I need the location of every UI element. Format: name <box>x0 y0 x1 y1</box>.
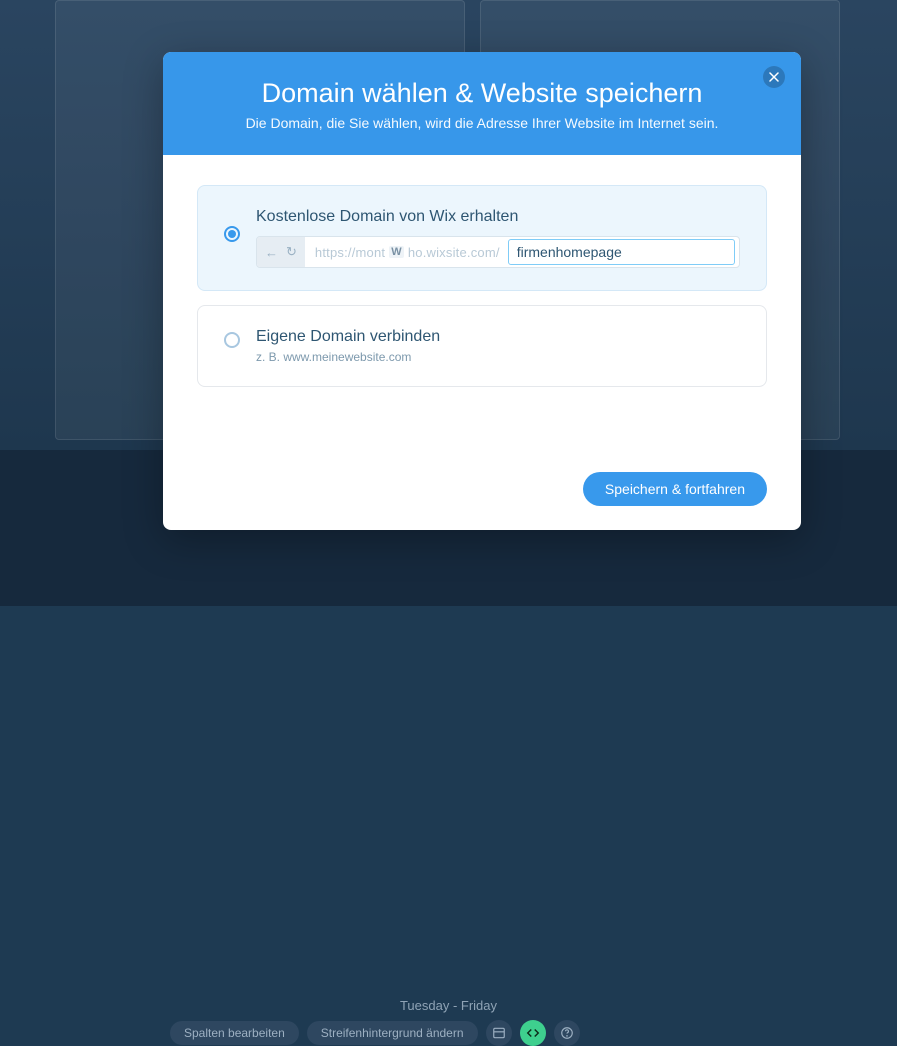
modal-body: Kostenlose Domain von Wix erhalten ← ↻ h… <box>163 155 801 454</box>
save-continue-button[interactable]: Speichern & fortfahren <box>583 472 767 506</box>
bg-strip-toolbar: Spalten bearbeiten Streifenhintergrund ä… <box>170 1020 580 1046</box>
modal-title: Domain wählen & Website speichern <box>193 78 771 109</box>
back-arrow-icon: ← <box>265 245 278 260</box>
radio-free-domain[interactable] <box>224 226 240 242</box>
modal-subtitle: Die Domain, die Sie wählen, wird die Adr… <box>193 115 771 131</box>
modal-footer: Speichern & fortfahren <box>163 454 801 530</box>
option-free-domain[interactable]: Kostenlose Domain von Wix erhalten ← ↻ h… <box>197 185 767 291</box>
url-nav-controls: ← ↻ <box>257 237 305 267</box>
bg-design-icon[interactable] <box>486 1020 512 1046</box>
bg-edit-columns-button[interactable]: Spalten bearbeiten <box>170 1021 299 1045</box>
url-prefix: https://mont W ho.wixsite.com/ <box>305 245 508 260</box>
wix-logo-icon: W <box>389 246 404 258</box>
option-own-title: Eigene Domain verbinden <box>256 328 740 346</box>
option-own-domain[interactable]: Eigene Domain verbinden z. B. www.meinew… <box>197 305 767 387</box>
bg-stretch-icon[interactable] <box>520 1020 546 1046</box>
url-bar: ← ↻ https://mont W ho.wixsite.com/ <box>256 236 740 268</box>
bg-help-icon[interactable] <box>554 1020 580 1046</box>
radio-own-domain[interactable] <box>224 332 240 348</box>
modal-header: Domain wählen & Website speichern Die Do… <box>163 52 801 155</box>
site-name-input[interactable] <box>508 239 735 265</box>
option-own-hint: z. B. www.meinewebsite.com <box>256 350 740 364</box>
close-icon[interactable] <box>763 66 785 88</box>
bg-change-strip-bg-button[interactable]: Streifenhintergrund ändern <box>307 1021 478 1045</box>
bg-schedule-text: Tuesday - Friday <box>0 998 897 1013</box>
option-free-content: Kostenlose Domain von Wix erhalten ← ↻ h… <box>256 208 740 268</box>
save-domain-modal: Domain wählen & Website speichern Die Do… <box>163 52 801 530</box>
option-own-content: Eigene Domain verbinden z. B. www.meinew… <box>256 328 740 364</box>
reload-icon: ↻ <box>286 244 297 260</box>
option-free-title: Kostenlose Domain von Wix erhalten <box>256 208 740 226</box>
